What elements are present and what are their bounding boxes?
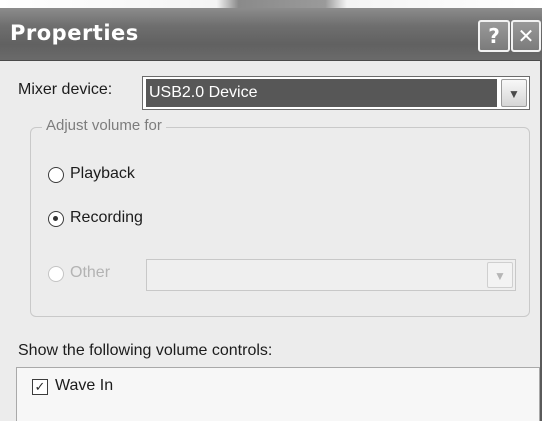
other-device-select[interactable]: ▼ bbox=[146, 259, 516, 291]
close-icon: ✕ bbox=[517, 24, 535, 48]
title-bar[interactable]: Properties ? ✕ bbox=[0, 8, 542, 61]
radio-other[interactable] bbox=[48, 266, 64, 282]
chevron-down-icon[interactable]: ▼ bbox=[501, 79, 527, 107]
properties-dialog: Properties ? ✕ Mixer device: USB2.0 Devi… bbox=[0, 0, 542, 421]
chevron-down-icon[interactable]: ▼ bbox=[487, 262, 513, 288]
mixer-device-select[interactable]: USB2.0 Device ▼ bbox=[142, 76, 530, 110]
close-button[interactable]: ✕ bbox=[511, 20, 541, 52]
volume-controls-list[interactable]: ✓ Wave In bbox=[16, 367, 540, 421]
help-button[interactable]: ? bbox=[478, 20, 510, 52]
radio-other-label[interactable]: Other bbox=[70, 264, 110, 282]
wave-in-label[interactable]: Wave In bbox=[55, 377, 113, 395]
radio-playback[interactable] bbox=[48, 167, 64, 183]
background-window-edge bbox=[0, 0, 542, 8]
checkbox-wave-in[interactable]: ✓ bbox=[32, 379, 48, 395]
radio-playback-label[interactable]: Playback bbox=[70, 165, 135, 183]
mixer-device-label: Mixer device: bbox=[18, 81, 113, 98]
radio-recording[interactable] bbox=[48, 211, 64, 227]
radio-recording-label[interactable]: Recording bbox=[70, 209, 143, 227]
mixer-device-value: USB2.0 Device bbox=[146, 79, 497, 107]
checkmark-icon: ✓ bbox=[34, 379, 46, 394]
adjust-volume-legend: Adjust volume for bbox=[42, 117, 166, 134]
help-icon: ? bbox=[488, 24, 500, 48]
window-title: Properties bbox=[10, 21, 139, 45]
volume-controls-label: Show the following volume controls: bbox=[18, 342, 273, 359]
